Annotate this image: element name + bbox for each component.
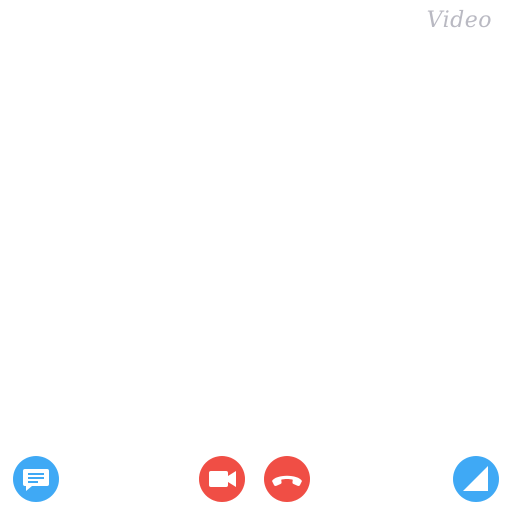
app-title: Video — [426, 8, 492, 33]
video-call-screen: Video — [0, 0, 512, 512]
phone-hangup-icon — [264, 456, 310, 502]
resize-corner-icon — [453, 456, 499, 502]
chat-button[interactable] — [13, 456, 59, 502]
hang-up-button[interactable] — [264, 456, 310, 502]
video-toggle-button[interactable] — [199, 456, 245, 502]
video-camera-icon — [199, 456, 245, 502]
chat-bubble-icon — [13, 456, 59, 502]
fullscreen-button[interactable] — [453, 456, 499, 502]
